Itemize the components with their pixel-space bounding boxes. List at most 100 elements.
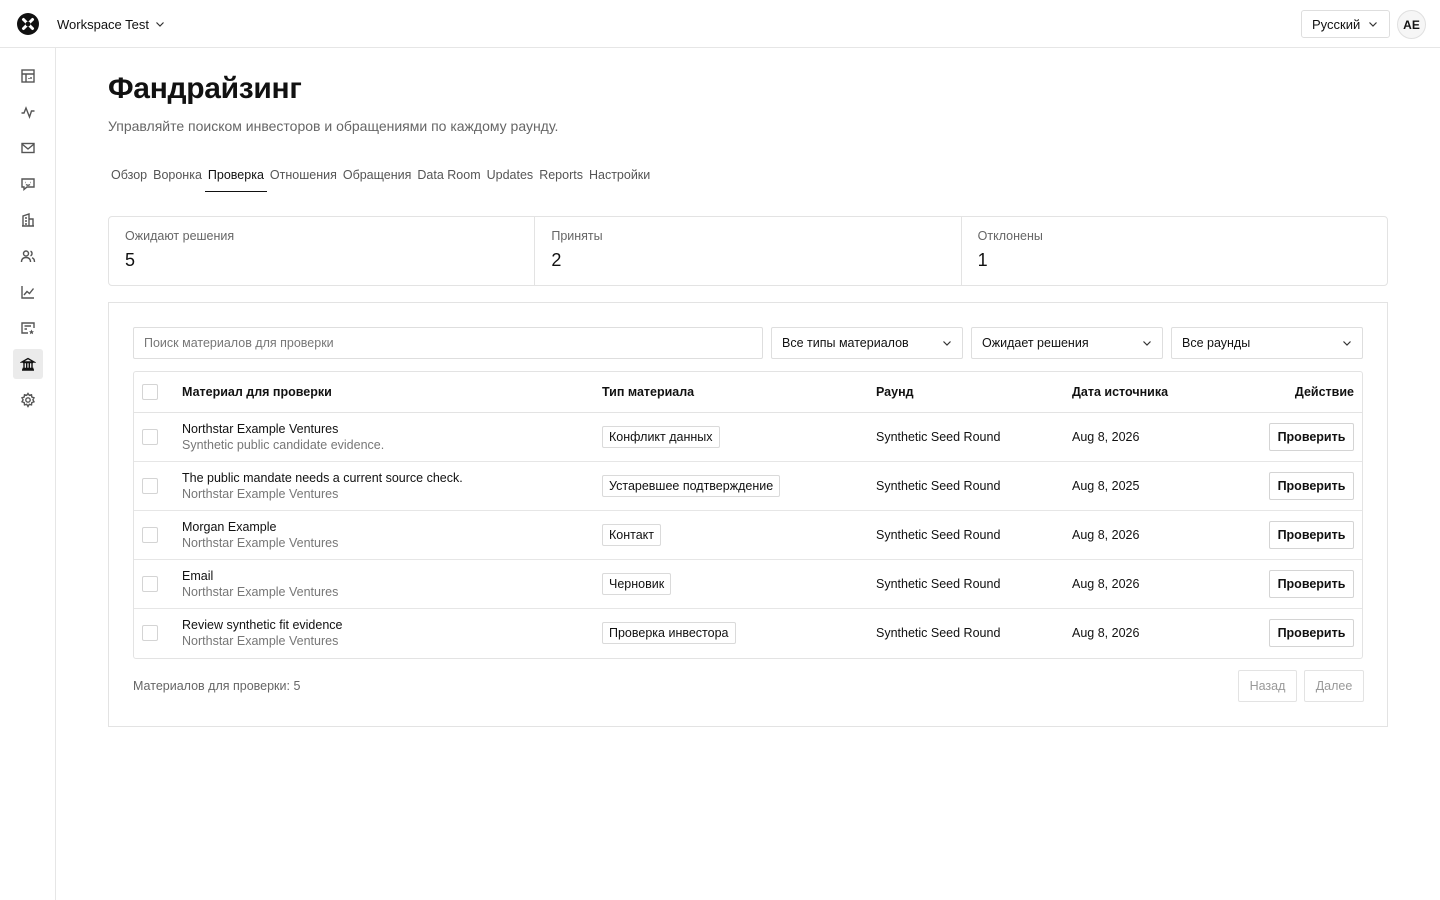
chevron-down-icon — [156, 22, 164, 27]
section-tabs: Обзор Воронка Проверка Отношения Обращен… — [108, 166, 653, 192]
row-title: Review synthetic fit evidence — [182, 618, 343, 632]
chevron-down-icon — [1143, 341, 1151, 346]
row-round: Synthetic Seed Round — [876, 430, 1001, 444]
round-filter-select[interactable]: Все раунды — [1171, 327, 1363, 359]
activity-icon — [21, 106, 35, 120]
sidebar-item-fundraising[interactable] — [13, 349, 43, 379]
workspace-name: Workspace Test — [57, 16, 150, 32]
tab-review[interactable]: Проверка — [204, 166, 267, 192]
header-action: Действие — [1294, 385, 1354, 399]
tab-overview[interactable]: Обзор — [108, 166, 150, 192]
sidebar-item-companies[interactable] — [13, 205, 43, 235]
stat-label: Ожидают решения — [125, 229, 235, 243]
sidebar-item-settings[interactable] — [13, 385, 43, 415]
header-type: Тип материала — [602, 385, 695, 399]
review-button[interactable]: Проверить — [1269, 619, 1354, 647]
review-button[interactable]: Проверить — [1269, 472, 1354, 500]
chevron-down-icon — [1343, 341, 1351, 346]
chevron-down-icon — [943, 341, 951, 346]
row-subtitle: Northstar Example Ventures — [182, 634, 339, 648]
row-round: Synthetic Seed Round — [876, 626, 1001, 640]
bookmark-card-icon — [21, 322, 35, 335]
row-title: The public mandate needs a current sourc… — [182, 471, 463, 485]
select-all-checkbox[interactable] — [142, 384, 158, 400]
header-date: Дата источника — [1072, 385, 1169, 399]
table-row: The public mandate needs a current sourc… — [134, 462, 1362, 511]
row-date: Aug 8, 2026 — [1072, 528, 1140, 542]
mail-icon — [21, 142, 35, 154]
tab-data-room[interactable]: Data Room — [414, 166, 483, 192]
row-subtitle: Northstar Example Ventures — [182, 487, 339, 501]
sidebar-item-mail[interactable] — [13, 133, 43, 163]
row-checkbox[interactable] — [142, 478, 158, 494]
material-type-badge: Черновик — [602, 573, 672, 595]
row-title: Northstar Example Ventures — [182, 422, 339, 436]
type-filter-select[interactable]: Все типы материалов — [771, 327, 963, 359]
chevron-down-icon — [1369, 22, 1378, 27]
material-type-badge: Устаревшее подтверждение — [602, 475, 781, 497]
row-checkbox[interactable] — [142, 429, 158, 445]
review-button[interactable]: Проверить — [1269, 521, 1354, 549]
next-page-button[interactable]: Далее — [1304, 670, 1364, 702]
review-button[interactable]: Проверить — [1269, 423, 1354, 451]
sidebar-item-analytics[interactable] — [13, 277, 43, 307]
sidebar-item-users[interactable] — [13, 241, 43, 271]
sidebar — [0, 48, 56, 900]
sidebar-item-dashboard[interactable] — [13, 61, 43, 91]
row-checkbox[interactable] — [142, 527, 158, 543]
table-header: Материал для проверки Тип материала Раун… — [134, 372, 1362, 413]
row-checkbox[interactable] — [142, 625, 158, 641]
header-round: Раунд — [876, 385, 914, 399]
stat-rejected: Отклонены 1 — [962, 217, 1387, 285]
material-type-badge: Проверка инвестора — [602, 622, 736, 644]
tab-reports[interactable]: Reports — [536, 166, 586, 192]
stat-value: 2 — [551, 250, 562, 270]
material-type-badge: Конфликт данных — [602, 426, 720, 448]
tab-outreach[interactable]: Обращения — [340, 166, 415, 192]
user-avatar[interactable]: AE — [1397, 10, 1426, 39]
row-round: Synthetic Seed Round — [876, 577, 1001, 591]
material-type-badge: Контакт — [602, 524, 662, 546]
sidebar-item-activity[interactable] — [13, 97, 43, 127]
tab-relationships[interactable]: Отношения — [267, 166, 340, 192]
row-date: Aug 8, 2026 — [1072, 577, 1140, 591]
row-title: Morgan Example — [182, 520, 277, 534]
tab-settings[interactable]: Настройки — [586, 166, 653, 192]
row-checkbox[interactable] — [142, 576, 158, 592]
stat-pending: Ожидают решения 5 — [109, 217, 536, 285]
stat-value: 1 — [977, 250, 988, 270]
chart-icon — [21, 286, 35, 299]
table-row: Morgan Example Northstar Example Venture… — [134, 511, 1362, 560]
header-material: Материал для проверки — [182, 385, 332, 399]
review-table: Материал для проверки Тип материала Раун… — [133, 371, 1363, 659]
sidebar-item-chat[interactable] — [13, 169, 43, 199]
language-selected: Русский — [1312, 16, 1361, 32]
dashboard-icon — [21, 69, 35, 83]
tab-updates[interactable]: Updates — [484, 166, 537, 192]
review-button[interactable]: Проверить — [1269, 570, 1354, 598]
table-row: Northstar Example Ventures Synthetic pub… — [134, 413, 1362, 462]
status-filter-select[interactable]: Ожидает решения — [971, 327, 1163, 359]
users-icon — [20, 250, 36, 263]
search-input[interactable] — [133, 327, 763, 359]
app-logo-icon[interactable] — [17, 13, 39, 35]
row-subtitle: Northstar Example Ventures — [182, 585, 339, 599]
row-round: Synthetic Seed Round — [876, 528, 1001, 542]
prev-page-button[interactable]: Назад — [1238, 670, 1297, 702]
page-subtitle: Управляйте поиском инвесторов и обращени… — [108, 118, 559, 134]
round-filter-value: Все раунды — [1182, 336, 1251, 350]
row-title: Email — [182, 569, 214, 583]
gear-icon — [20, 392, 36, 408]
stat-label: Отклонены — [977, 229, 1043, 243]
row-subtitle: Synthetic public candidate evidence. — [182, 438, 385, 452]
workspace-switcher[interactable]: Workspace Test — [57, 14, 165, 34]
bank-icon — [20, 357, 36, 371]
sidebar-item-reports[interactable] — [13, 313, 43, 343]
stat-value: 5 — [125, 250, 136, 270]
stat-accepted: Приняты 2 — [535, 217, 962, 285]
review-panel: Все типы материалов Ожидает решения Все … — [108, 302, 1388, 727]
building-icon — [22, 213, 34, 227]
language-select[interactable]: Русский — [1301, 10, 1390, 38]
tab-pipeline[interactable]: Воронка — [150, 166, 205, 192]
stats-summary: Ожидают решения 5 Приняты 2 Отклонены 1 — [108, 216, 1388, 286]
